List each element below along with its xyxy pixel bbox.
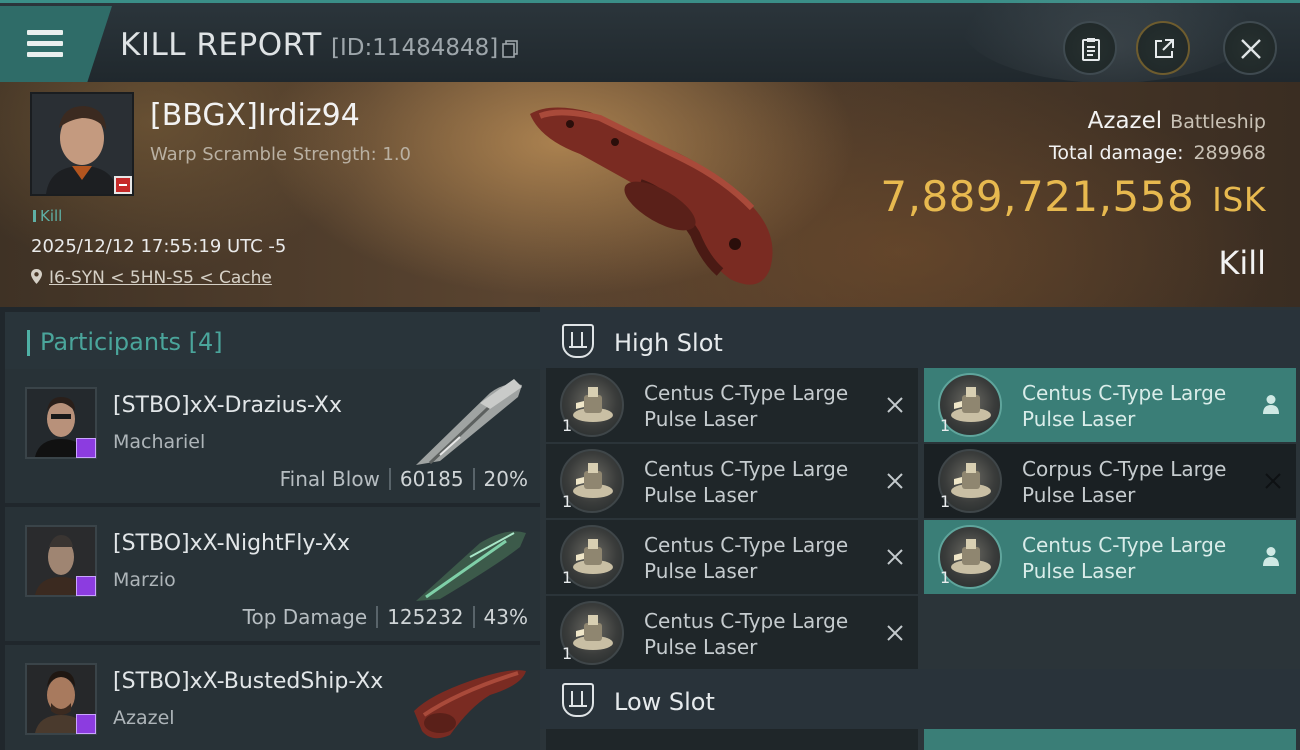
- destroyed-x-icon: [887, 397, 903, 413]
- location-text[interactable]: I6-SYN < 5HN-S5 < Cache: [49, 268, 272, 288]
- participant-badge: [76, 576, 96, 596]
- participant-ship-image: [414, 670, 526, 739]
- participant-row[interactable]: [STBO]xX-BustedShip-Xx Azazel: [5, 645, 540, 750]
- participant-name[interactable]: [STBO]xX-NightFly-Xx: [113, 531, 350, 556]
- participant-ship: Marzio: [113, 569, 176, 591]
- module-name: Corpus C-Type Large Pulse Laser: [1022, 457, 1227, 507]
- low-slot-title: Low Slot: [614, 688, 715, 716]
- high-slot-title: High Slot: [614, 329, 723, 357]
- participant-badge: [76, 438, 96, 458]
- low-slot-header: Low Slot: [540, 669, 1300, 729]
- participants-title: Participants [4]: [40, 328, 223, 356]
- module-name: Centus C-Type Large Pulse Laser: [644, 457, 849, 507]
- dropped-person-icon: [1263, 395, 1279, 414]
- page-title: KILL REPORT: [120, 27, 322, 63]
- high-slot-icon: [562, 324, 594, 358]
- victim-ship-name[interactable]: Azazel Battleship: [1088, 108, 1266, 134]
- module-item[interactable]: 1 Centus C-Type Large Pulse Laser: [924, 520, 1296, 594]
- participants-panel: Participants [4] [STBO]xX-Drazius-Xx Mac…: [0, 307, 540, 750]
- victim-status-badge: [114, 176, 132, 194]
- kill-tag: Kill: [33, 207, 62, 225]
- kill-id: [ID:11484848]: [331, 35, 499, 61]
- participant-stats: Top Damage 125232 43%: [242, 605, 528, 629]
- module-item[interactable]: 1 Centus C-Type Large Pulse Laser: [546, 520, 918, 594]
- module-item-low[interactable]: [546, 729, 918, 750]
- result-label: Kill: [1218, 244, 1266, 282]
- module-quantity: 1: [940, 492, 951, 511]
- participant-ship-image: [416, 379, 522, 465]
- module-item[interactable]: 1 Centus C-Type Large Pulse Laser: [546, 596, 918, 670]
- module-item[interactable]: 1 Centus C-Type Large Pulse Laser: [546, 444, 918, 518]
- total-damage: Total damage: 289968: [1049, 142, 1266, 164]
- fitting-panel: High Slot 1 Centus C-Type Large Pulse Lase…: [540, 307, 1300, 750]
- module-name: Centus C-Type Large Pulse Laser: [644, 381, 849, 431]
- warp-scramble-strength: Warp Scramble Strength: 1.0: [150, 144, 412, 165]
- module-name: Centus C-Type Large Pulse Laser: [1022, 381, 1227, 431]
- dropped-person-icon: [1263, 547, 1279, 566]
- destroyed-x-icon: [1265, 473, 1281, 489]
- isk-value: 7,889,721,558 ISK: [880, 172, 1266, 221]
- module-name: Centus C-Type Large Pulse Laser: [644, 533, 849, 583]
- module-item-low[interactable]: [924, 729, 1296, 750]
- share-icon: [1155, 39, 1174, 58]
- participant-badge: [76, 714, 96, 734]
- module-item[interactable]: 1 Centus C-Type Large Pulse Laser: [546, 368, 918, 442]
- participant-name[interactable]: [STBO]xX-BustedShip-Xx: [113, 669, 383, 694]
- victim-ship-image: [530, 107, 773, 285]
- participants-header: Participants [4]: [5, 312, 540, 372]
- close-button[interactable]: [1223, 21, 1277, 75]
- participant-stats: Final Blow 60185 20%: [279, 467, 528, 491]
- close-icon: [1241, 39, 1261, 59]
- participant-row[interactable]: [STBO]xX-Drazius-Xx Machariel Final Blow…: [5, 369, 540, 503]
- module-item[interactable]: 1 Centus C-Type Large Pulse Laser: [924, 368, 1296, 442]
- participant-ship: Azazel: [113, 707, 175, 729]
- location-pin-icon: [31, 269, 42, 284]
- destroyed-x-icon: [887, 473, 903, 489]
- destroyed-x-icon: [887, 625, 903, 641]
- participant-ship-image: [416, 531, 526, 601]
- kill-location[interactable]: I6-SYN < 5HN-S5 < Cache: [30, 268, 272, 288]
- module-name: Centus C-Type Large Pulse Laser: [1022, 533, 1227, 583]
- participant-ship: Machariel: [113, 431, 206, 453]
- module-quantity: 1: [562, 644, 573, 663]
- menu-icon: [27, 30, 63, 58]
- participant-name[interactable]: [STBO]xX-Drazius-Xx: [113, 393, 342, 418]
- module-quantity: 1: [940, 416, 951, 435]
- high-slot-header: High Slot: [540, 310, 1300, 370]
- module-quantity: 1: [940, 568, 951, 587]
- victim-name[interactable]: [BBGX]Irdiz94: [150, 98, 360, 133]
- destroyed-x-icon: [887, 549, 903, 565]
- clipboard-icon: [1082, 38, 1100, 61]
- module-quantity: 1: [562, 416, 573, 435]
- menu-button[interactable]: [0, 6, 112, 82]
- module-quantity: 1: [562, 568, 573, 587]
- share-button[interactable]: [1136, 21, 1190, 75]
- participant-row[interactable]: [STBO]xX-NightFly-Xx Marzio Top Damage 12…: [5, 507, 540, 641]
- kill-datetime: 2025/12/12 17:55:19 UTC -5: [31, 236, 287, 257]
- copy-icon[interactable]: [502, 40, 518, 58]
- module-item[interactable]: 1 Corpus C-Type Large Pulse Laser: [924, 444, 1296, 518]
- header-bar: KILL REPORT [ID:11484848]: [0, 0, 1300, 83]
- module-name: Centus C-Type Large Pulse Laser: [644, 609, 849, 659]
- low-slot-icon: [562, 683, 594, 717]
- victim-summary: [BBGX]Irdiz94 Warp Scramble Strength: 1.…: [0, 82, 1300, 307]
- module-quantity: 1: [562, 492, 573, 511]
- clipboard-button[interactable]: [1063, 21, 1117, 75]
